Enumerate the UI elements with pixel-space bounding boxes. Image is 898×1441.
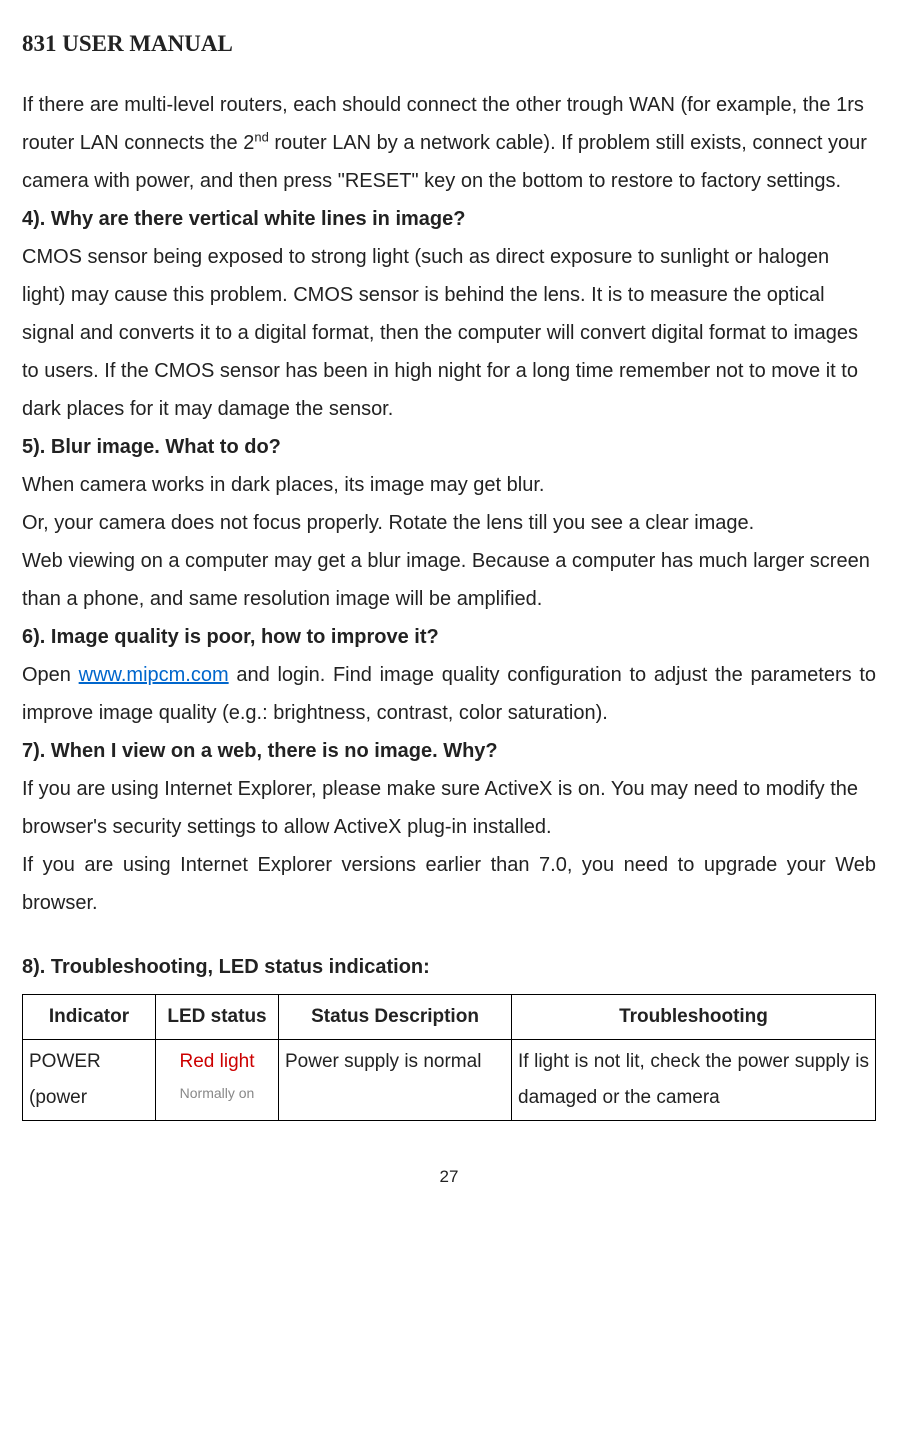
question-8: 8). Troubleshooting, LED status indicati…: [22, 948, 876, 986]
link-mipcm[interactable]: www.mipcm.com: [79, 664, 229, 686]
document-header: 831 USER MANUAL: [22, 30, 876, 58]
answer-5b: Or, your camera does not focus properly.…: [22, 504, 876, 542]
page-number: 27: [22, 1161, 876, 1193]
question-7: 7). When I view on a web, there is no im…: [22, 732, 876, 770]
th-led: LED status: [156, 994, 279, 1039]
th-trouble: Troubleshooting: [512, 994, 876, 1039]
answer-4: CMOS sensor being exposed to strong ligh…: [22, 238, 876, 428]
table-header-row: Indicator LED status Status Description …: [23, 994, 876, 1039]
th-indicator: Indicator: [23, 994, 156, 1039]
td-led: Red light Normally on: [156, 1039, 279, 1120]
led-normally-on: Normally on: [162, 1080, 272, 1107]
led-red-light: Red light: [162, 1044, 272, 1080]
answer-7b: If you are using Internet Explorer versi…: [22, 846, 876, 922]
question-5: 5). Blur image. What to do?: [22, 428, 876, 466]
td-status: Power supply is normal: [279, 1039, 512, 1120]
answer-6: Open www.mipcm.com and login. Find image…: [22, 656, 876, 732]
answer-7a: If you are using Internet Explorer, plea…: [22, 770, 876, 846]
text: Open: [22, 664, 79, 686]
table-row: POWER (power Red light Normally on Power…: [23, 1039, 876, 1120]
answer-5a: When camera works in dark places, its im…: [22, 466, 876, 504]
troubleshooting-table: Indicator LED status Status Description …: [22, 994, 876, 1121]
body-content: If there are multi-level routers, each s…: [22, 86, 876, 1121]
th-status: Status Description: [279, 994, 512, 1039]
answer-5c: Web viewing on a computer may get a blur…: [22, 542, 876, 618]
question-4: 4). Why are there vertical white lines i…: [22, 200, 876, 238]
td-indicator: POWER (power: [23, 1039, 156, 1120]
td-trouble: If light is not lit, check the power sup…: [512, 1039, 876, 1120]
superscript-nd: nd: [254, 129, 268, 144]
paragraph-intro: If there are multi-level routers, each s…: [22, 86, 876, 200]
question-6: 6). Image quality is poor, how to improv…: [22, 618, 876, 656]
